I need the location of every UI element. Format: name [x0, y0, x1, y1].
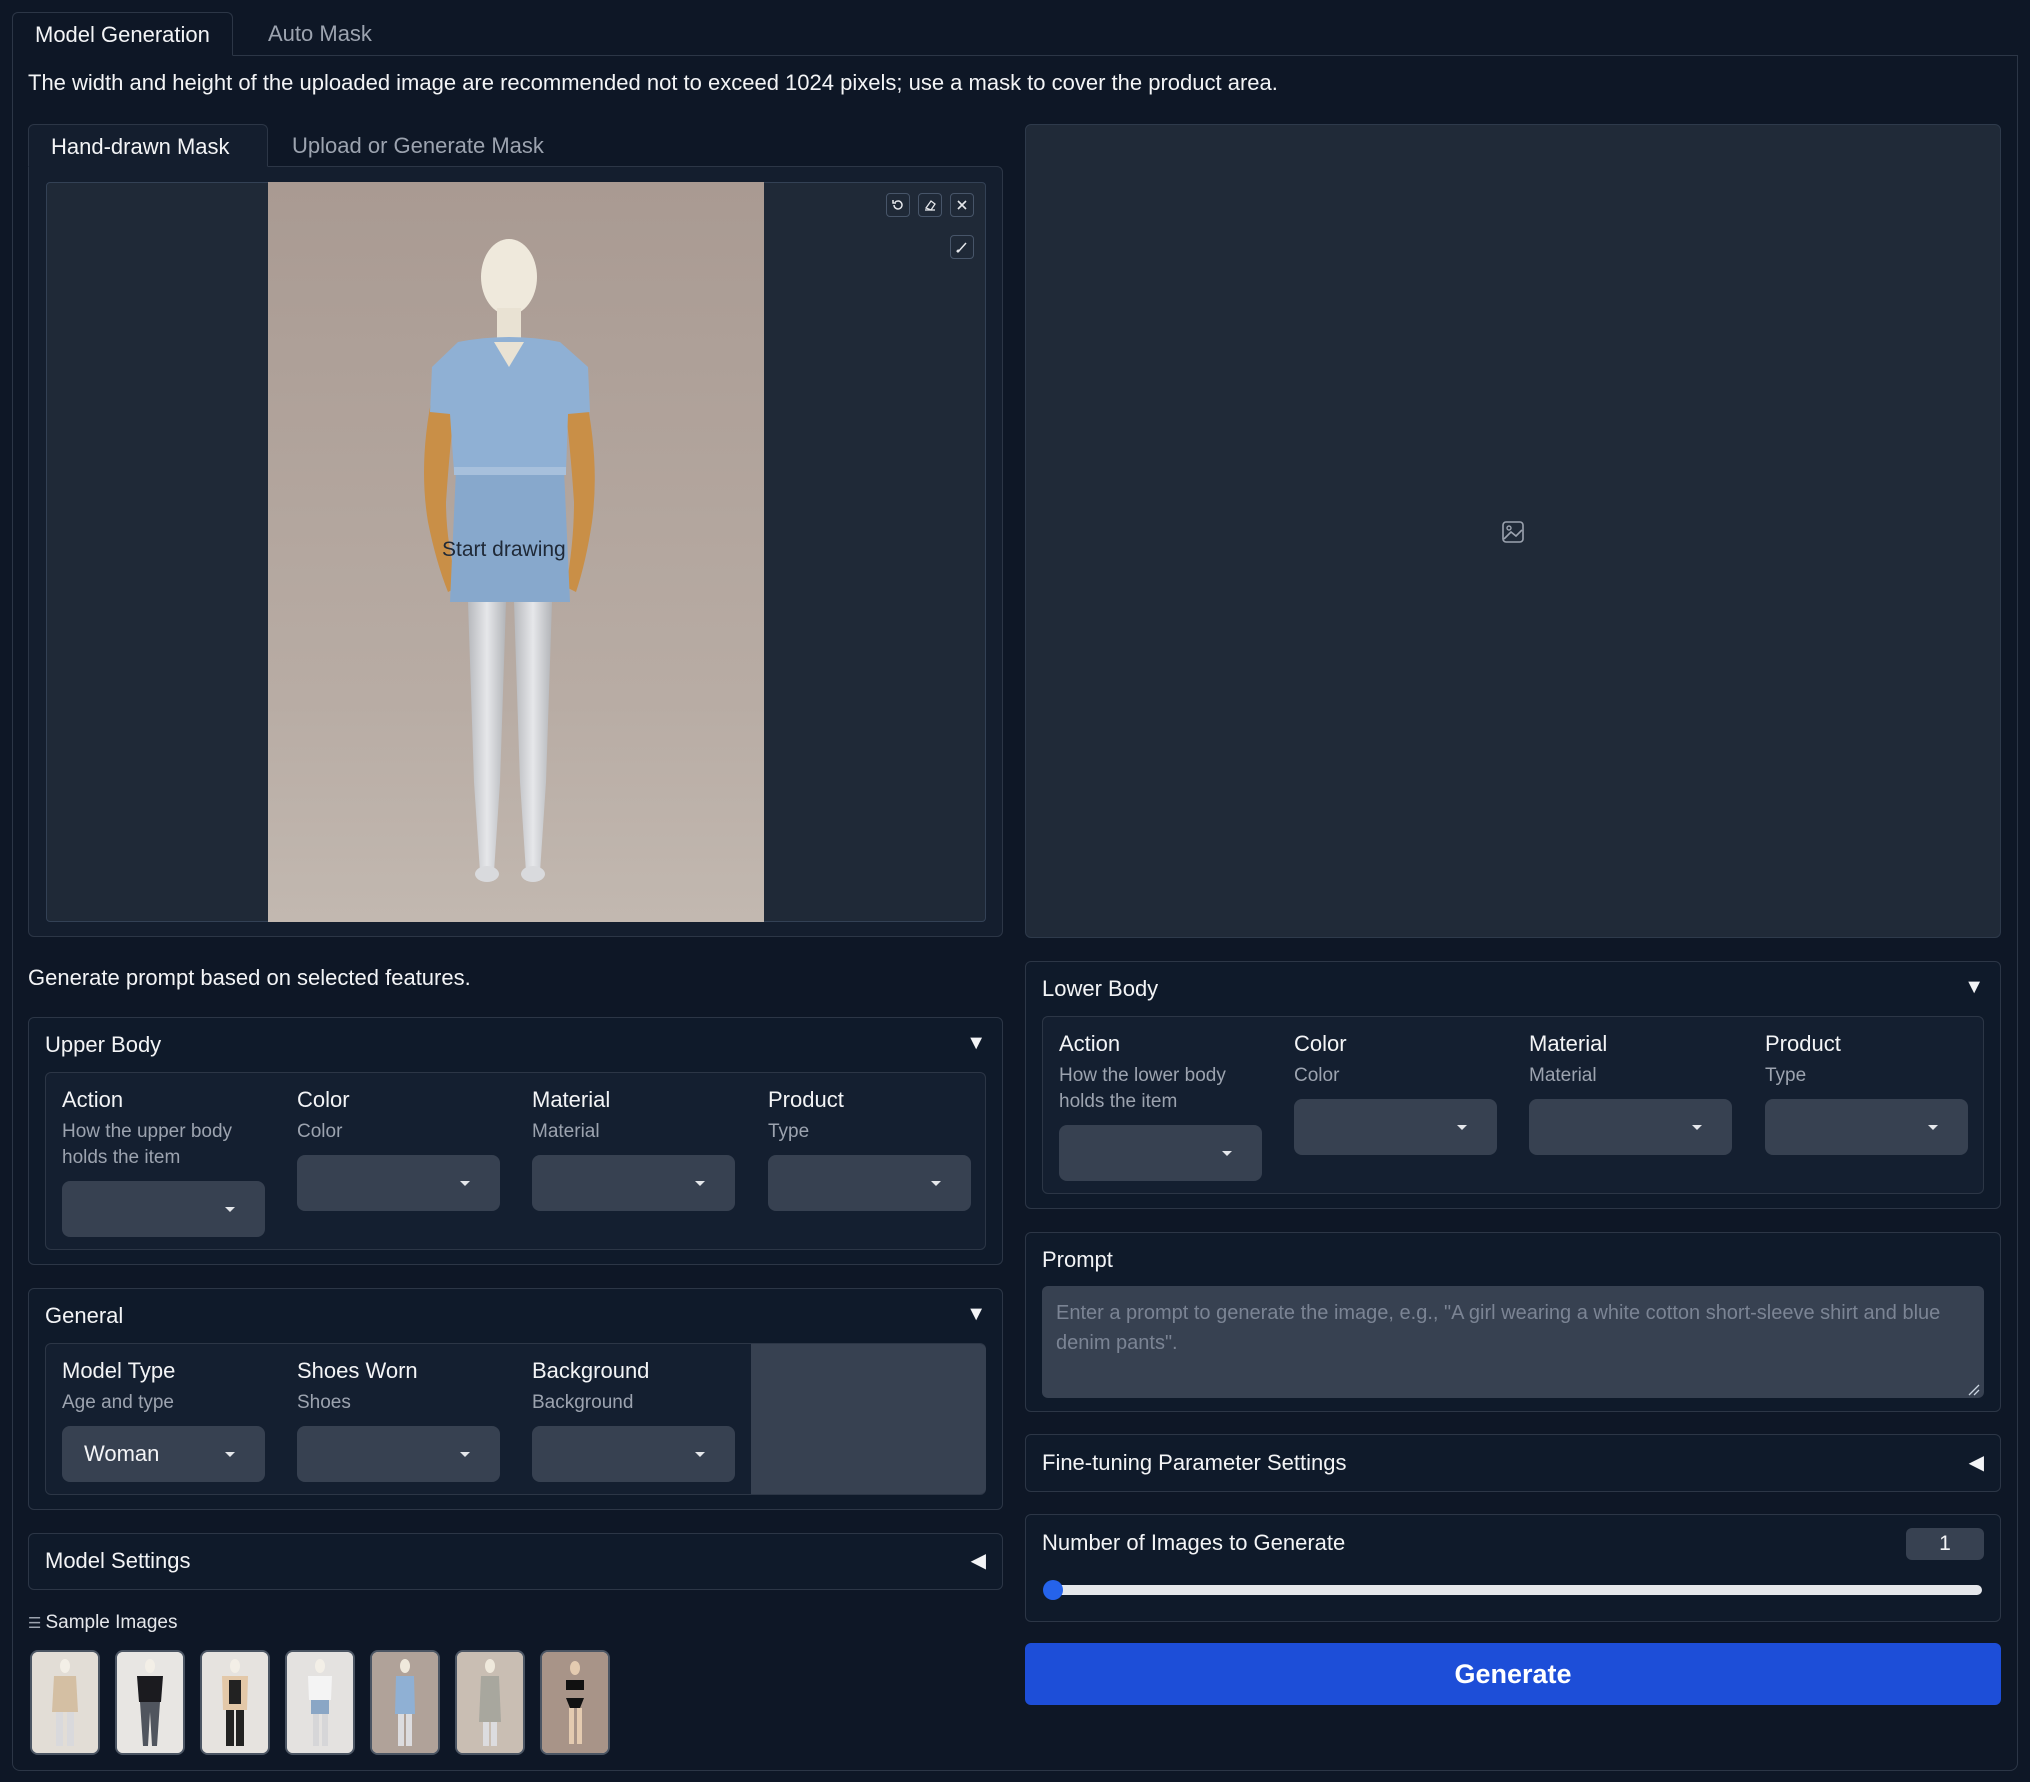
- background-info: Background: [532, 1392, 634, 1413]
- num-images-panel: Number of Images to Generate 1: [1025, 1514, 2001, 1622]
- chevron-down-icon: [1928, 1125, 1938, 1130]
- lower-action-dropdown[interactable]: [1059, 1125, 1262, 1181]
- eraser-icon[interactable]: [918, 193, 942, 217]
- model-type-info: Age and type: [62, 1392, 174, 1413]
- num-images-input[interactable]: 1: [1906, 1528, 1984, 1560]
- undo-icon[interactable]: [886, 193, 910, 217]
- model-type-dropdown[interactable]: Woman: [62, 1426, 265, 1482]
- canvas-hint: Start drawing: [442, 538, 566, 561]
- samples-header: ☰ Sample Images: [28, 1612, 177, 1634]
- upper-color-info: Color: [297, 1121, 343, 1142]
- num-images-slider-track[interactable]: [1046, 1585, 1982, 1595]
- upper-body-title: Upper Body: [45, 1032, 162, 1057]
- collapse-caret-icon[interactable]: ▼: [966, 1032, 986, 1055]
- lower-color-label: Color: [1294, 1031, 1347, 1056]
- sample-image[interactable]: [455, 1650, 525, 1755]
- model-type-value: Woman: [84, 1441, 160, 1466]
- shoes-worn-dropdown[interactable]: [297, 1426, 500, 1482]
- lower-color-info: Color: [1294, 1065, 1340, 1086]
- model-type-label: Model Type: [62, 1358, 176, 1383]
- tab-upload-generate-mask[interactable]: Upload or Generate Mask: [292, 133, 544, 159]
- upper-material-info: Material: [532, 1121, 600, 1142]
- upper-action-info: How the upper body holds the item: [62, 1121, 233, 1168]
- upper-product-info: Type: [768, 1121, 810, 1142]
- sample-image[interactable]: [115, 1650, 185, 1755]
- lower-body-title: Lower Body: [1042, 976, 1159, 1001]
- lower-color-dropdown[interactable]: [1294, 1099, 1497, 1155]
- general-title: General: [45, 1303, 124, 1328]
- lower-product-dropdown[interactable]: [1765, 1099, 1968, 1155]
- lower-body-fields: Action How the lower body holds the item…: [1042, 1016, 1984, 1194]
- upload-note: The width and height of the uploaded ima…: [28, 70, 1278, 95]
- tab-hand-drawn-mask[interactable]: Hand-drawn Mask: [28, 124, 268, 167]
- list-icon: ☰: [28, 1615, 42, 1632]
- shoes-worn-label: Shoes Worn: [297, 1358, 418, 1383]
- num-images-slider-thumb[interactable]: [1043, 1580, 1063, 1600]
- output-image-panel: [1025, 124, 2001, 938]
- chevron-down-icon: [460, 1181, 470, 1186]
- tab-hand-drawn-mask-label: Hand-drawn Mask: [51, 134, 230, 159]
- upper-body-fields: Action How the upper body holds the item…: [45, 1072, 986, 1250]
- chevron-down-icon: [1222, 1151, 1232, 1156]
- sample-image[interactable]: [540, 1650, 610, 1755]
- upper-color-label: Color: [297, 1087, 350, 1112]
- fine-tuning-panel[interactable]: Fine-tuning Parameter Settings ◀: [1025, 1434, 2001, 1492]
- expand-caret-icon[interactable]: ◀: [1969, 1450, 1984, 1475]
- tab-model-generation[interactable]: Model Generation: [12, 12, 233, 56]
- upper-product-label: Product: [768, 1087, 844, 1112]
- background-dropdown[interactable]: [532, 1426, 735, 1482]
- lower-material-label: Material: [1529, 1031, 1608, 1056]
- prompt-section-label: Generate prompt based on selected featur…: [28, 965, 471, 990]
- background-label: Background: [532, 1358, 650, 1383]
- lower-product-label: Product: [1765, 1031, 1841, 1056]
- general-panel: General ▼ Model Type Age and type Woman …: [28, 1288, 1003, 1510]
- chevron-down-icon: [931, 1181, 941, 1186]
- upper-body-panel: Upper Body ▼ Action How the upper body h…: [28, 1017, 1003, 1265]
- upper-action-dropdown[interactable]: [62, 1181, 265, 1237]
- lower-action-label: Action: [1059, 1031, 1121, 1056]
- lower-material-dropdown[interactable]: [1529, 1099, 1732, 1155]
- chevron-down-icon: [695, 1452, 705, 1457]
- upper-action-label: Action: [62, 1087, 124, 1112]
- num-images-label: Number of Images to Generate: [1042, 1530, 1346, 1555]
- tab-auto-mask[interactable]: Auto Mask: [246, 12, 394, 56]
- brush-icon[interactable]: [950, 235, 974, 259]
- close-icon[interactable]: [950, 193, 974, 217]
- prompt-textarea[interactable]: Enter a prompt to generate the image, e.…: [1042, 1286, 1984, 1398]
- collapse-caret-icon[interactable]: ▼: [966, 1303, 986, 1326]
- main-tabs: Model Generation Auto Mask: [12, 12, 2018, 56]
- model-settings-panel[interactable]: Model Settings ◀: [28, 1533, 1003, 1590]
- prompt-label: Prompt: [1042, 1247, 1113, 1272]
- chevron-down-icon: [225, 1207, 235, 1212]
- image-placeholder-icon: [1502, 521, 1524, 543]
- lower-action-info: How the lower body holds the item: [1059, 1065, 1226, 1112]
- sample-image[interactable]: [30, 1650, 100, 1755]
- chevron-down-icon: [1692, 1125, 1702, 1130]
- lower-material-info: Material: [1529, 1065, 1597, 1086]
- collapse-caret-icon[interactable]: ▼: [1964, 976, 1984, 999]
- sample-image[interactable]: [285, 1650, 355, 1755]
- sample-image[interactable]: [370, 1650, 440, 1755]
- generate-button[interactable]: Generate: [1025, 1643, 2001, 1705]
- empty-slot: [751, 1344, 986, 1494]
- chevron-down-icon: [1457, 1125, 1467, 1130]
- chevron-down-icon: [225, 1452, 235, 1457]
- general-fields: Model Type Age and type Woman Shoes Worn…: [45, 1343, 986, 1495]
- fine-tuning-title: Fine-tuning Parameter Settings: [1042, 1450, 1347, 1475]
- lower-product-info: Type: [1765, 1065, 1807, 1086]
- resize-handle-icon[interactable]: [1966, 1382, 1980, 1396]
- shoes-worn-info: Shoes: [297, 1392, 351, 1413]
- upper-material-dropdown[interactable]: [532, 1155, 735, 1211]
- chevron-down-icon: [460, 1452, 470, 1457]
- upper-product-dropdown[interactable]: [768, 1155, 971, 1211]
- chevron-down-icon: [695, 1181, 705, 1186]
- expand-caret-icon[interactable]: ◀: [971, 1548, 986, 1573]
- samples-title: Sample Images: [45, 1612, 178, 1633]
- sample-image[interactable]: [200, 1650, 270, 1755]
- upper-material-label: Material: [532, 1087, 611, 1112]
- lower-body-panel: Lower Body ▼ Action How the lower body h…: [1025, 961, 2001, 1209]
- upper-color-dropdown[interactable]: [297, 1155, 500, 1211]
- model-settings-title: Model Settings: [45, 1548, 191, 1573]
